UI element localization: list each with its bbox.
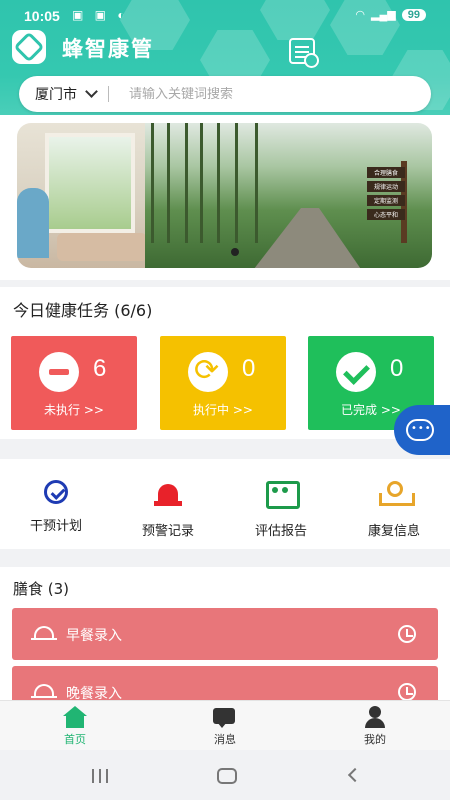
city-selector[interactable]: 厦门市	[35, 84, 77, 104]
search-bar: 厦门市	[19, 76, 431, 112]
quick-item-assessment-report[interactable]: 评估报告	[236, 475, 326, 541]
document-settings-icon[interactable]	[289, 38, 319, 68]
clock-icon	[398, 625, 416, 643]
wifi-icon: ◠	[355, 9, 366, 21]
chat-button[interactable]	[394, 405, 450, 455]
carousel-indicator[interactable]	[231, 248, 239, 256]
sign-label: 合理膳食	[367, 167, 405, 178]
quick-item-intervention-plan[interactable]: 干预计划	[11, 475, 101, 541]
quick-item-label: 康复信息	[367, 524, 420, 539]
system-nav-bar	[0, 750, 450, 800]
sign-label: 定期监测	[367, 195, 405, 206]
check-circle-icon	[336, 352, 376, 392]
signal-icon: ▂▄▆	[371, 9, 396, 21]
tab-label: 我的	[364, 733, 386, 746]
meal-label: 早餐录入	[66, 628, 122, 644]
notification-icons: ▣ ▣ ◐	[72, 8, 129, 22]
covered-dish-icon	[31, 626, 57, 640]
assessment-report-icon	[264, 475, 300, 509]
intervention-plan-icon	[44, 480, 68, 504]
meals-title: 膳食 (3)	[13, 580, 70, 598]
sign-label: 心态平和	[367, 209, 405, 220]
rehab-info-icon	[377, 475, 415, 509]
alarm-siren-icon	[151, 475, 185, 509]
task-count: 6	[93, 355, 107, 382]
task-label: 执行中 >>	[193, 403, 253, 417]
status-time: 10:05	[24, 8, 60, 24]
task-count: 0	[242, 355, 256, 382]
status-right: ◠ ▂▄▆ 99	[355, 8, 426, 21]
bottom-tab-bar: 首页 消息 我的	[0, 700, 450, 750]
app-logo-icon	[12, 30, 46, 64]
quick-item-label: 干预计划	[29, 519, 82, 534]
clock-icon	[398, 683, 416, 701]
quick-item-label: 预警记录	[141, 524, 194, 539]
tasks-title: 今日健康任务 (6/6)	[13, 301, 153, 320]
banner-section: 合理膳食 规律运动 定期监测 心态平和	[0, 115, 450, 280]
recent-apps-icon[interactable]	[92, 769, 108, 783]
meal-row-breakfast[interactable]: 早餐录入	[12, 608, 438, 660]
home-icon	[62, 706, 88, 728]
task-count: 0	[390, 355, 404, 382]
back-icon[interactable]	[347, 767, 363, 783]
minus-circle-icon	[39, 352, 79, 392]
app-header: 10:05 ▣ ▣ ◐ ◠ ▂▄▆ 99 蜂智康管 厦门市	[0, 0, 450, 125]
tab-messages[interactable]: 消息	[185, 706, 265, 747]
tab-label: 消息	[214, 733, 236, 746]
banner-image-room	[17, 123, 147, 268]
covered-dish-icon	[31, 684, 57, 698]
search-input[interactable]	[129, 86, 369, 102]
quick-item-label: 评估报告	[254, 524, 307, 539]
message-icon	[212, 706, 238, 728]
task-label: 未执行 >>	[44, 403, 104, 417]
task-card-in-progress[interactable]: 0 执行中 >>	[160, 336, 286, 430]
chevron-down-icon[interactable]	[85, 85, 98, 98]
sign-label: 规律运动	[367, 181, 405, 192]
quick-item-alarm-records[interactable]: 预警记录	[123, 475, 213, 541]
app-title: 蜂智康管	[62, 37, 154, 61]
divider	[108, 86, 109, 102]
task-card-pending[interactable]: 6 未执行 >>	[11, 336, 137, 430]
home-button-icon[interactable]	[217, 768, 237, 784]
tab-label: 首页	[64, 733, 86, 746]
status-bar: 10:05 ▣ ▣ ◐ ◠ ▂▄▆ 99	[0, 0, 450, 32]
battery-icon: 99	[401, 8, 426, 21]
quick-item-rehab-info[interactable]: 康复信息	[349, 475, 439, 541]
user-icon	[362, 706, 388, 728]
tab-home[interactable]: 首页	[35, 706, 115, 747]
chat-bubble-icon	[406, 419, 434, 441]
tab-profile[interactable]: 我的	[335, 706, 415, 747]
sync-icon	[188, 352, 228, 392]
banner-carousel[interactable]: 合理膳食 规律运动 定期监测 心态平和	[17, 123, 432, 268]
